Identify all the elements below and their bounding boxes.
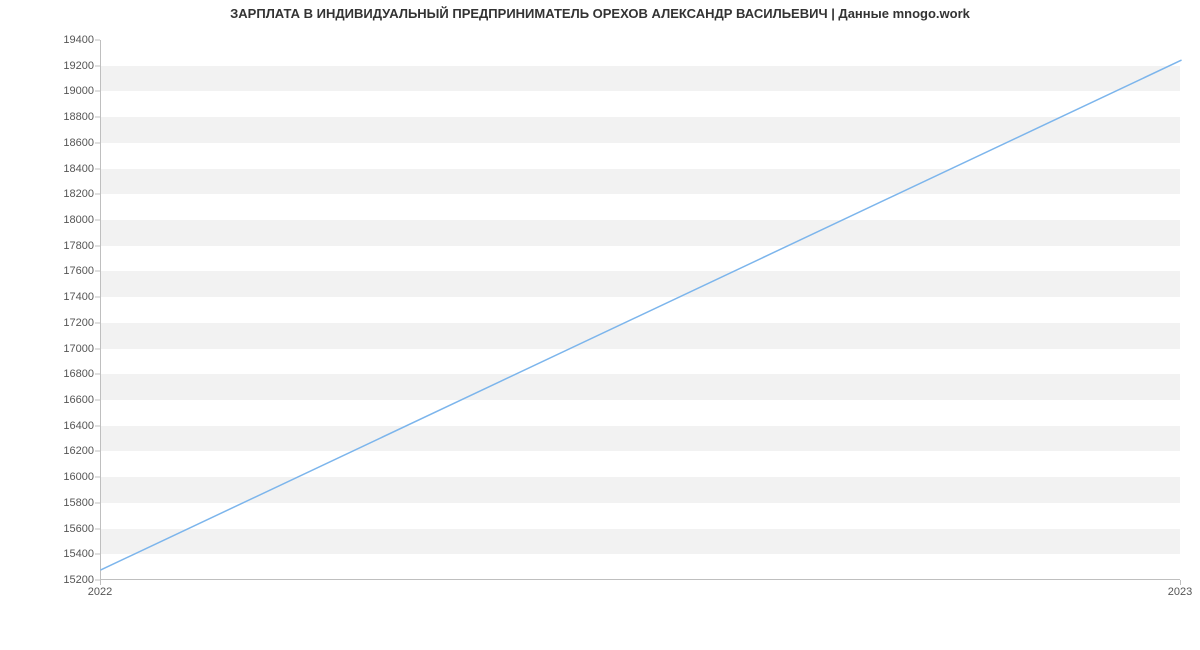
y-axis-tick-mark (95, 425, 100, 426)
y-axis-tick-label: 19000 (14, 85, 94, 97)
x-axis-tick-mark (1180, 580, 1181, 585)
y-axis-tick-label: 16600 (14, 394, 94, 406)
plot-area (100, 40, 1180, 580)
chart-container: ЗАРПЛАТА В ИНДИВИДУАЛЬНЫЙ ПРЕДПРИНИМАТЕЛ… (0, 0, 1200, 620)
y-axis-tick-mark (95, 271, 100, 272)
y-axis-tick-label: 18000 (14, 214, 94, 226)
y-axis-tick-label: 17600 (14, 265, 94, 277)
y-axis-tick-mark (95, 374, 100, 375)
y-axis-tick-label: 15800 (14, 497, 94, 509)
y-axis-tick-mark (95, 194, 100, 195)
y-axis-tick-mark (95, 322, 100, 323)
y-axis-tick-label: 16000 (14, 471, 94, 483)
y-axis-tick-label: 18800 (14, 111, 94, 123)
y-axis-tick-mark (95, 554, 100, 555)
y-axis-tick-mark (95, 348, 100, 349)
y-axis-tick-mark (95, 117, 100, 118)
y-axis-tick-label: 18200 (14, 188, 94, 200)
y-axis-tick-mark (95, 297, 100, 298)
y-axis-tick-mark (95, 220, 100, 221)
y-axis-tick-label: 19200 (14, 60, 94, 72)
y-axis-tick-mark (95, 40, 100, 41)
y-axis-tick-label: 17000 (14, 343, 94, 355)
y-axis-tick-label: 18600 (14, 137, 94, 149)
chart-title: ЗАРПЛАТА В ИНДИВИДУАЛЬНЫЙ ПРЕДПРИНИМАТЕЛ… (0, 6, 1200, 21)
y-axis-tick-label: 15200 (14, 574, 94, 586)
y-axis-tick-label: 17800 (14, 240, 94, 252)
y-axis-tick-mark (95, 502, 100, 503)
y-axis-tick-label: 17200 (14, 317, 94, 329)
y-axis-tick-mark (95, 528, 100, 529)
y-axis-tick-mark (95, 91, 100, 92)
y-axis-tick-label: 16200 (14, 445, 94, 457)
y-axis-tick-mark (95, 65, 100, 66)
y-axis-tick-mark (95, 477, 100, 478)
y-axis-tick-label: 18400 (14, 163, 94, 175)
y-axis-tick-label: 15600 (14, 523, 94, 535)
y-axis-tick-mark (95, 451, 100, 452)
x-axis-tick-mark (100, 580, 101, 585)
line-series (101, 40, 1180, 579)
y-axis-tick-label: 16800 (14, 368, 94, 380)
x-axis-tick-label: 2022 (88, 586, 112, 598)
y-axis-tick-label: 17400 (14, 291, 94, 303)
y-axis-tick-mark (95, 245, 100, 246)
y-axis-tick-mark (95, 168, 100, 169)
y-axis-tick-label: 19400 (14, 34, 94, 46)
y-axis-tick-mark (95, 400, 100, 401)
y-axis-tick-label: 16400 (14, 420, 94, 432)
y-axis-tick-mark (95, 142, 100, 143)
x-axis-tick-label: 2023 (1168, 586, 1192, 598)
y-axis-tick-label: 15400 (14, 548, 94, 560)
